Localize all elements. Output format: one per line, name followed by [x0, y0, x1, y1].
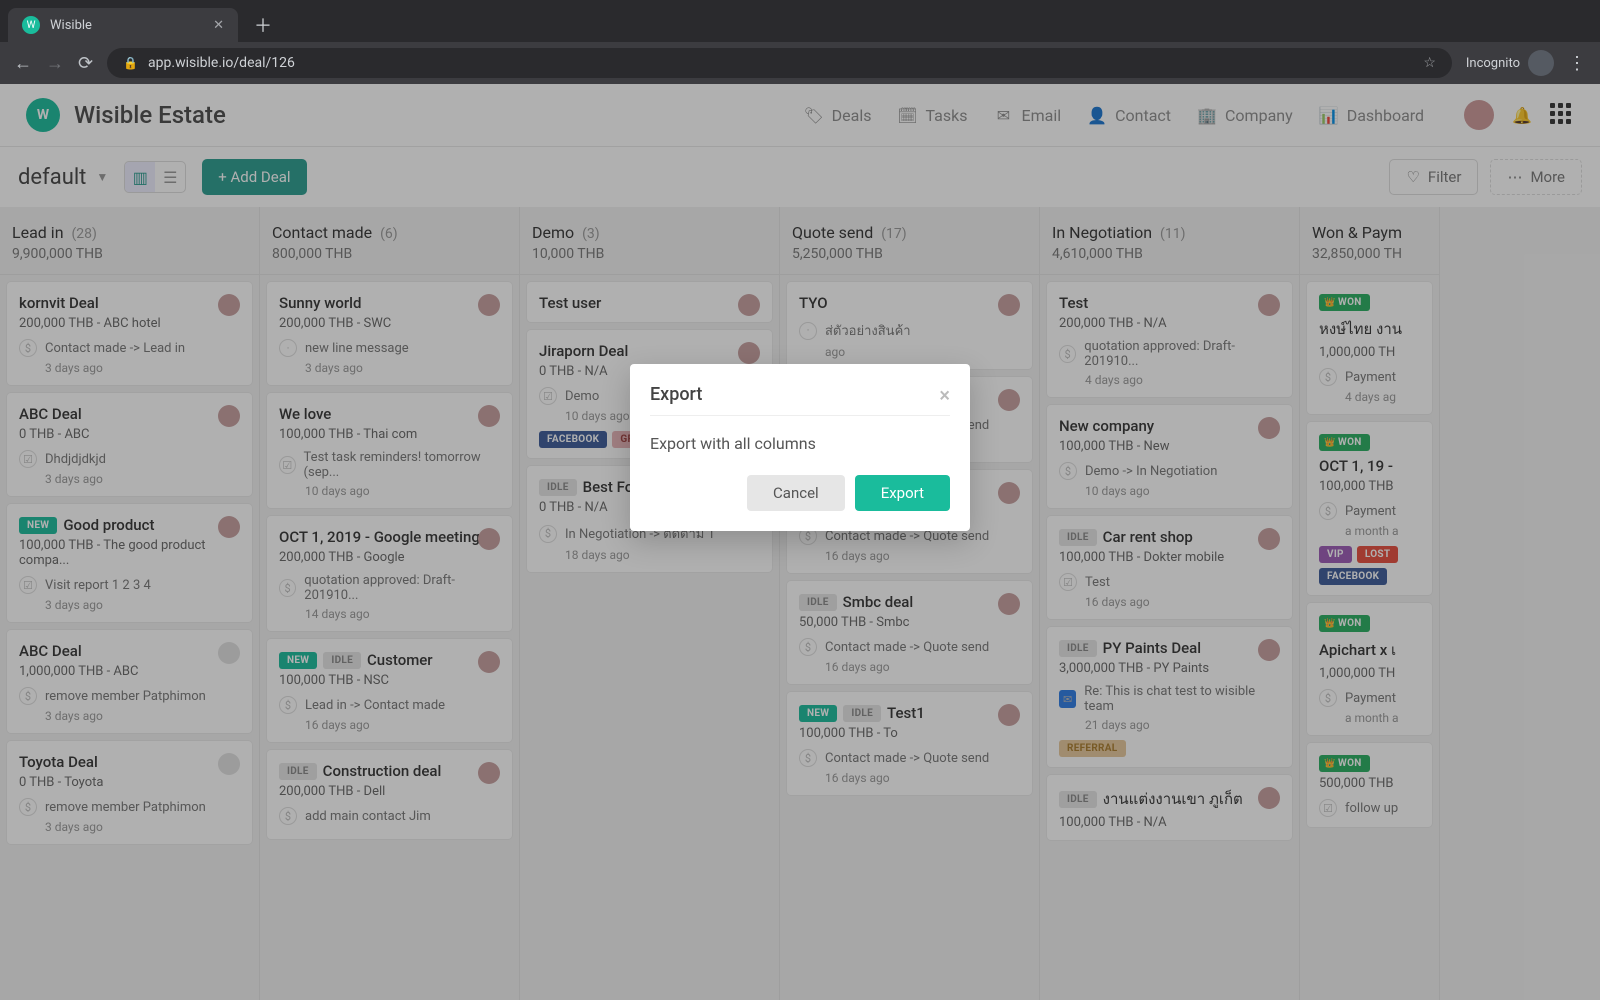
- cancel-button[interactable]: Cancel: [747, 475, 845, 511]
- url-text: app.wisible.io/deal/126: [148, 55, 295, 71]
- bookmark-icon[interactable]: ☆: [1423, 55, 1436, 71]
- address-bar[interactable]: 🔒 app.wisible.io/deal/126 ☆: [107, 48, 1452, 78]
- modal-title: Export: [650, 384, 702, 405]
- close-tab-icon[interactable]: ✕: [213, 18, 224, 33]
- modal-close-icon[interactable]: ×: [939, 385, 950, 405]
- modal-overlay[interactable]: Export × Export with all columns Cancel …: [0, 84, 1600, 1000]
- favicon-icon: W: [22, 16, 40, 34]
- reload-button[interactable]: ⟳: [78, 53, 93, 74]
- back-button[interactable]: ←: [14, 53, 32, 74]
- browser-menu-icon[interactable]: ⋮: [1568, 53, 1586, 74]
- browser-tab[interactable]: W Wisible ✕: [8, 8, 238, 42]
- tab-title: Wisible: [50, 18, 92, 33]
- incognito-icon: [1528, 50, 1554, 76]
- export-button[interactable]: Export: [855, 475, 950, 511]
- lock-icon: 🔒: [123, 56, 138, 70]
- forward-button[interactable]: →: [46, 53, 64, 74]
- incognito-indicator: Incognito: [1466, 50, 1554, 76]
- modal-message: Export with all columns: [650, 434, 950, 453]
- export-modal: Export × Export with all columns Cancel …: [630, 364, 970, 531]
- new-tab-button[interactable]: ＋: [248, 12, 278, 38]
